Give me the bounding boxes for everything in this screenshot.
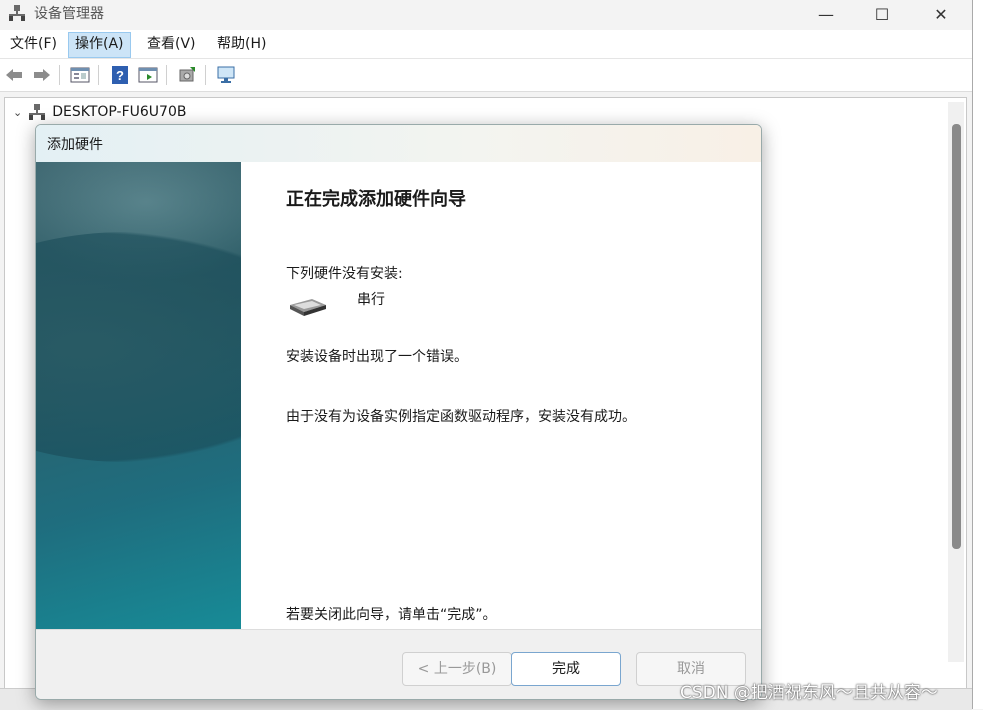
tree-root-label: DESKTOP-FU6U70B [52, 104, 187, 120]
scrollbar-thumb[interactable] [952, 124, 961, 549]
wizard-heading: 正在完成添加硬件向导 [286, 189, 466, 210]
menu-view[interactable]: 查看(V) [141, 32, 202, 56]
device-manager-icon [9, 5, 25, 21]
show-hide-icon[interactable] [138, 65, 158, 85]
update-driver-icon[interactable] [177, 65, 197, 85]
wizard-content: 正在完成添加硬件向导 下列硬件没有安装: 串行 安装设备时出现了一个错误。 由于… [241, 162, 761, 629]
tree-root-node[interactable]: ⌄ DESKTOP-FU6U70B [13, 104, 186, 120]
scan-hardware-icon[interactable] [216, 65, 236, 85]
vertical-scrollbar[interactable] [948, 102, 964, 662]
not-installed-label: 下列硬件没有安装: [286, 266, 403, 282]
dialog-title-bar: 添加硬件 [36, 125, 761, 162]
wizard-banner-image [36, 162, 241, 629]
reason-text: 由于没有为设备实例指定函数驱动程序，安装没有成功。 [286, 409, 636, 425]
toolbar-separator [166, 65, 167, 85]
properties-icon[interactable] [70, 65, 90, 85]
minimize-button[interactable]: — [803, 0, 849, 28]
menu-help[interactable]: 帮助(H) [211, 32, 272, 56]
background-window-edge [972, 0, 983, 709]
menu-bar: 文件(F) 操作(A) 查看(V) 帮助(H) [0, 30, 972, 59]
close-button[interactable]: ✕ [918, 0, 964, 28]
computer-icon [29, 104, 46, 120]
dialog-title: 添加硬件 [47, 137, 103, 153]
maximize-button[interactable]: ☐ [859, 0, 905, 28]
window-title: 设备管理器 [34, 6, 104, 22]
toolbar: ? [0, 59, 972, 92]
dialog-button-bar: < 上一步(B) 完成 取消 [36, 629, 761, 699]
help-icon[interactable]: ? [110, 65, 130, 85]
finish-button[interactable]: 完成 [511, 652, 621, 686]
toolbar-separator [59, 65, 60, 85]
back-button[interactable]: < 上一步(B) [402, 652, 512, 686]
menu-action[interactable]: 操作(A) [68, 32, 131, 58]
svg-text:?: ? [116, 68, 124, 83]
watermark-text: CSDN @把酒祝东风～且共从容～ [680, 683, 938, 703]
close-hint-text: 若要关闭此向导，请单击“完成”。 [286, 607, 497, 623]
forward-icon[interactable] [32, 65, 52, 85]
device-name: 串行 [357, 292, 385, 308]
chevron-down-icon[interactable]: ⌄ [13, 106, 22, 119]
title-bar: 设备管理器 — ☐ ✕ [0, 0, 972, 30]
error-text: 安装设备时出现了一个错误。 [286, 349, 468, 365]
menu-file[interactable]: 文件(F) [4, 32, 63, 56]
back-icon[interactable] [4, 65, 24, 85]
toolbar-separator [98, 65, 99, 85]
serial-port-icon [290, 299, 326, 316]
toolbar-separator [205, 65, 206, 85]
add-hardware-dialog: 添加硬件 正在完成添加硬件向导 下列硬件没有安装: 串行 安装设备时出现了一个错… [35, 124, 762, 700]
banner-swoosh [36, 232, 241, 462]
